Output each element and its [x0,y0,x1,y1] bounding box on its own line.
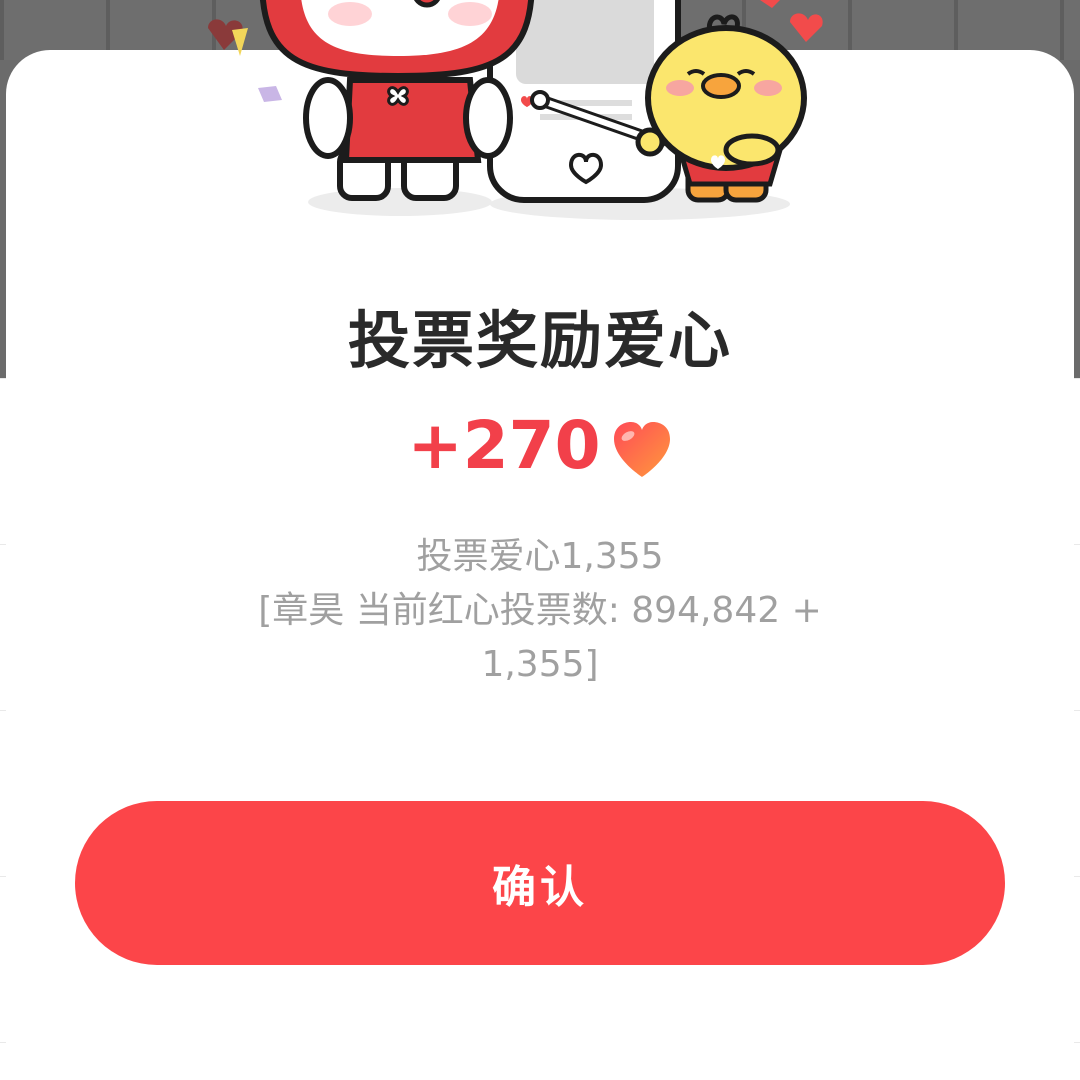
current-vote-count-text: [章昊 当前红心投票数: 894,842 + 1,355] [258,590,822,685]
reward-amount: +270 [407,407,601,484]
mascot-illustration [208,0,823,220]
reward-amount-row: +270 [0,406,1080,486]
screen: 投票奖励爱心 +270 投票爱心1,355 [章昊 当前红心投票数: 894,8… [0,0,1080,1080]
heart-icon [611,417,673,477]
vote-details: 投票爱心1,355 [章昊 当前红心投票数: 894,842 + 1,355] [230,530,850,692]
vote-hearts-text: 投票爱心1,355 [416,536,664,577]
dialog-title: 投票奖励爱心 [347,304,732,377]
confirm-button[interactable]: 确认 [75,801,1005,965]
